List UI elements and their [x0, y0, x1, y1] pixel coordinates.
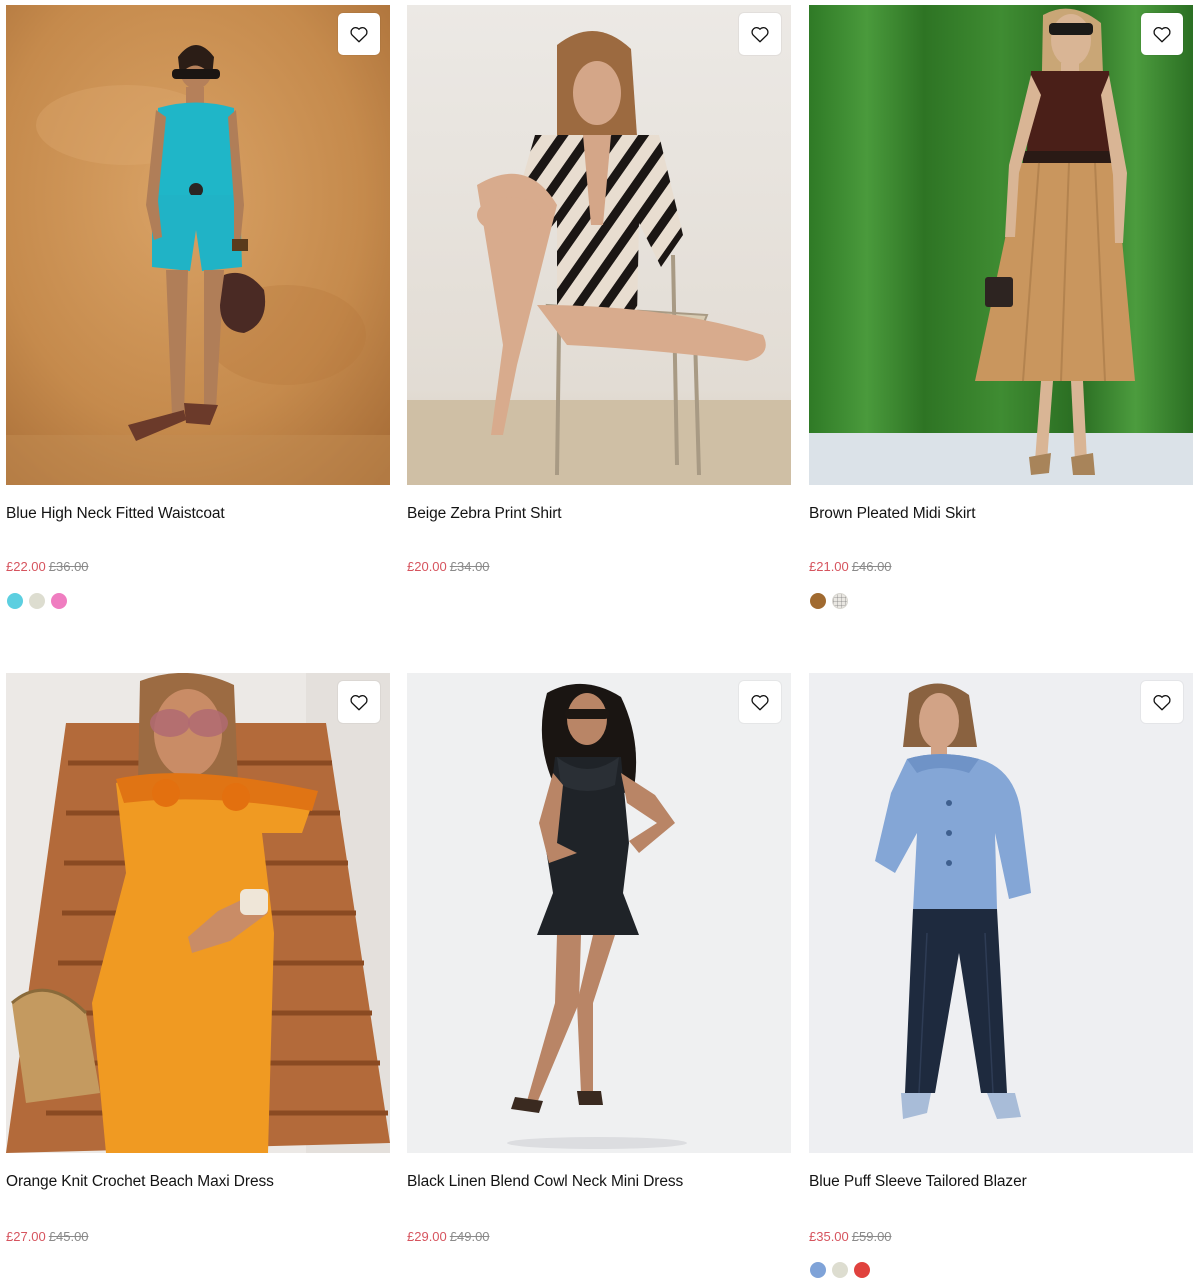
- wishlist-button[interactable]: [739, 681, 781, 723]
- product-image-link[interactable]: [6, 673, 390, 1153]
- product-image: [6, 673, 390, 1153]
- product-title[interactable]: Beige Zebra Print Shirt: [407, 503, 791, 525]
- heart-outline-icon: [350, 27, 368, 43]
- product-image: [407, 5, 791, 485]
- color-swatch[interactable]: [854, 1262, 870, 1278]
- heart-outline-icon: [751, 27, 769, 43]
- color-swatch[interactable]: [832, 1262, 848, 1278]
- product-price: £21.00 £46.00: [809, 558, 892, 576]
- product-card: Beige Zebra Print Shirt £20.00 £34.00: [407, 5, 791, 625]
- product-image-link[interactable]: [809, 673, 1193, 1153]
- product-image: [809, 673, 1193, 1153]
- original-price: £45.00: [48, 1229, 89, 1244]
- original-price: £46.00: [851, 559, 892, 574]
- product-price: £20.00 £34.00: [407, 558, 490, 576]
- product-card: Brown Pleated Midi Skirt £21.00 £46.00: [809, 5, 1193, 625]
- product-card: Blue High Neck Fitted Waistcoat £22.00 £3…: [6, 5, 390, 625]
- color-swatches: [810, 1262, 870, 1278]
- wishlist-button[interactable]: [739, 13, 781, 55]
- product-image-link[interactable]: [809, 5, 1193, 485]
- color-swatch[interactable]: [810, 593, 826, 609]
- sale-price: £29.00: [407, 1229, 447, 1244]
- heart-outline-icon: [1153, 27, 1171, 43]
- wishlist-button[interactable]: [1141, 13, 1183, 55]
- product-image: [809, 5, 1193, 485]
- product-title[interactable]: Orange Knit Crochet Beach Maxi Dress: [6, 1171, 390, 1193]
- sale-price: £27.00: [6, 1229, 46, 1244]
- heart-outline-icon: [1153, 695, 1171, 711]
- original-price: £36.00: [48, 559, 89, 574]
- original-price: £59.00: [851, 1229, 892, 1244]
- wishlist-button[interactable]: [338, 681, 380, 723]
- original-price: £34.00: [449, 559, 490, 574]
- color-swatch[interactable]: [29, 593, 45, 609]
- original-price: £49.00: [449, 1229, 490, 1244]
- heart-outline-icon: [751, 695, 769, 711]
- product-card: Blue Puff Sleeve Tailored Blazer £35.00 £…: [809, 673, 1193, 1281]
- product-image-link[interactable]: [6, 5, 390, 485]
- product-card: Black Linen Blend Cowl Neck Mini Dress £…: [407, 673, 791, 1273]
- product-grid: Blue High Neck Fitted Waistcoat £22.00 £3…: [0, 0, 1200, 1284]
- product-price: £29.00 £49.00: [407, 1228, 490, 1246]
- sale-price: £21.00: [809, 559, 849, 574]
- sale-price: £22.00: [6, 559, 46, 574]
- product-image-link[interactable]: [407, 5, 791, 485]
- color-swatch[interactable]: [7, 593, 23, 609]
- wishlist-button[interactable]: [338, 13, 380, 55]
- product-image: [407, 673, 791, 1153]
- product-title[interactable]: Blue High Neck Fitted Waistcoat: [6, 503, 390, 525]
- product-card: Orange Knit Crochet Beach Maxi Dress £27…: [6, 673, 390, 1273]
- sale-price: £20.00: [407, 559, 447, 574]
- product-price: £35.00 £59.00: [809, 1228, 892, 1246]
- product-image-link[interactable]: [407, 673, 791, 1153]
- sale-price: £35.00: [809, 1229, 849, 1244]
- color-swatches: [7, 593, 67, 609]
- heart-outline-icon: [350, 695, 368, 711]
- product-title[interactable]: Blue Puff Sleeve Tailored Blazer: [809, 1171, 1193, 1193]
- wishlist-button[interactable]: [1141, 681, 1183, 723]
- product-price: £22.00 £36.00: [6, 558, 89, 576]
- color-swatch[interactable]: [810, 1262, 826, 1278]
- product-title[interactable]: Black Linen Blend Cowl Neck Mini Dress: [407, 1171, 791, 1193]
- color-swatch-check-pattern[interactable]: [832, 593, 848, 609]
- color-swatches: [810, 593, 848, 609]
- product-title[interactable]: Brown Pleated Midi Skirt: [809, 503, 1193, 525]
- color-swatch[interactable]: [51, 593, 67, 609]
- product-image: [6, 5, 390, 485]
- product-price: £27.00 £45.00: [6, 1228, 89, 1246]
